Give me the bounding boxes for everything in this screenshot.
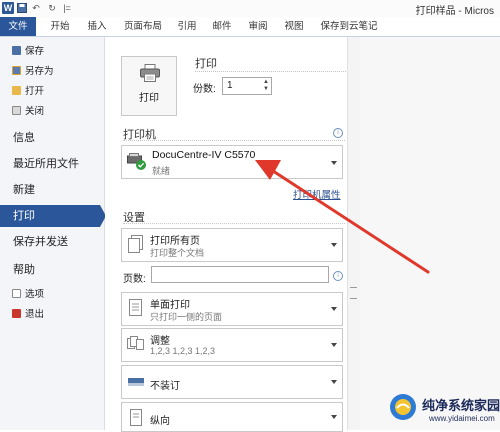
scrollbar-grip[interactable]: [350, 287, 357, 299]
panel-scrollbar[interactable]: [347, 37, 361, 430]
nav-close-label: 关闭: [25, 106, 45, 117]
tab-references[interactable]: 引用: [172, 17, 202, 36]
nav-help[interactable]: 帮助: [0, 259, 104, 281]
copies-stepper[interactable]: 1 ▲ ▼: [222, 77, 272, 95]
spin-arrows-icon[interactable]: ▲ ▼: [263, 79, 269, 93]
staple-icon: [128, 378, 144, 386]
orientation-select[interactable]: 纵向: [121, 402, 343, 432]
collate-icon: [127, 336, 144, 350]
chevron-down-icon: [331, 161, 337, 165]
watermark-title: 纯净系统家园: [422, 398, 500, 413]
sides-description: 只打印一侧的页面: [150, 312, 223, 322]
divider: [195, 71, 350, 72]
save-as-icon: [12, 66, 21, 75]
print-button-label: 打印: [139, 93, 159, 104]
tab-insert[interactable]: 插入: [82, 17, 112, 36]
ribbon-tabs: 文件 开始 插入 页面布局 引用 邮件 审阅 视图 保存到云笔记: [0, 17, 500, 37]
info-icon[interactable]: i: [333, 128, 343, 138]
backstage-nav: 保存 另存为 打开 关闭 信息 最近所用文件 新建 打印 保存并发送 帮助 选项…: [0, 37, 106, 430]
nav-save-label: 保存: [25, 46, 45, 57]
title-bar: W ↶ ↻ |= 打印样品 - Micros: [0, 0, 500, 18]
nav-open-label: 打开: [25, 86, 45, 97]
printer-properties-link[interactable]: 打印机属性: [293, 187, 341, 201]
tab-mailings[interactable]: 邮件: [207, 17, 237, 36]
print-panel: 打印 打印 份数: 1 ▲ ▼ 打印机 i DocuCentre-IV C5570…: [105, 37, 355, 432]
tab-review[interactable]: 审阅: [243, 17, 273, 36]
tab-page-layout[interactable]: 页面布局: [119, 17, 167, 36]
options-icon: [12, 289, 21, 298]
info-icon[interactable]: i: [333, 271, 343, 281]
save-icon: [12, 46, 21, 55]
orientation-label: 纵向: [150, 416, 170, 427]
pages-label: 页数:: [123, 274, 146, 285]
staple-select[interactable]: 不装订: [121, 365, 343, 399]
pages-icon: [128, 235, 143, 253]
tab-file[interactable]: 文件: [0, 17, 36, 36]
single-sided-icon: [129, 299, 142, 316]
print-button[interactable]: 打印: [121, 56, 177, 116]
divider: [123, 140, 345, 141]
chevron-down-icon: [331, 415, 337, 419]
nav-open[interactable]: 打开: [12, 85, 44, 99]
site-logo: [390, 394, 416, 420]
printer-status: 就绪: [152, 166, 171, 176]
nav-save-as-label: 另存为: [25, 66, 54, 77]
sides-select[interactable]: 单面打印 只打印一侧的页面: [121, 292, 343, 326]
sides-label: 单面打印: [150, 300, 190, 311]
nav-info[interactable]: 信息: [0, 127, 104, 149]
close-document-icon: [12, 106, 21, 115]
nav-save[interactable]: 保存: [12, 45, 44, 59]
nav-new[interactable]: 新建: [0, 179, 104, 201]
tab-home[interactable]: 开始: [45, 17, 75, 36]
nav-options[interactable]: 选项: [12, 288, 44, 302]
chevron-down-icon: [331, 243, 337, 247]
nav-recent-files[interactable]: 最近所用文件: [0, 153, 104, 175]
pages-input[interactable]: [151, 266, 329, 283]
word-app-icon[interactable]: W: [2, 2, 14, 14]
copies-value: 1: [227, 80, 233, 91]
printer-icon: [140, 64, 160, 82]
nav-exit-label: 退出: [25, 309, 45, 320]
print-preview-area: [360, 37, 500, 430]
print-range-select[interactable]: 打印所有页 打印整个文档: [121, 228, 343, 262]
nav-save-as[interactable]: 另存为: [12, 65, 54, 79]
printer-select[interactable]: DocuCentre-IV C5570 就绪: [121, 145, 343, 179]
nav-close[interactable]: 关闭: [12, 105, 44, 119]
collate-select[interactable]: 调整 1,2,3 1,2,3 1,2,3: [121, 328, 343, 362]
chevron-down-icon: [331, 380, 337, 384]
print-heading: 打印: [195, 58, 217, 70]
chevron-down-icon: [331, 307, 337, 311]
watermark-url: www.yidaimei.com: [429, 414, 495, 423]
window-title: 打印样品 - Micros: [415, 6, 494, 17]
nav-exit[interactable]: 退出: [12, 308, 44, 322]
redo-icon[interactable]: ↻: [47, 2, 57, 14]
printer-name: DocuCentre-IV C5570: [152, 149, 256, 161]
portrait-icon: [130, 409, 142, 426]
exit-icon: [12, 309, 21, 318]
collate-description: 1,2,3 1,2,3 1,2,3: [150, 346, 216, 356]
copies-label: 份数:: [193, 84, 216, 95]
print-range-label: 打印所有页: [150, 236, 200, 247]
divider: [123, 223, 345, 224]
collate-label: 调整: [150, 336, 170, 347]
nav-save-and-send[interactable]: 保存并发送: [0, 231, 104, 253]
nav-options-label: 选项: [25, 289, 45, 300]
undo-icon[interactable]: ↶: [31, 2, 41, 14]
chevron-down-icon: [331, 343, 337, 347]
printer-ready-icon: [127, 153, 146, 170]
save-icon[interactable]: [17, 2, 27, 14]
nav-print[interactable]: 打印: [0, 205, 100, 227]
tab-view[interactable]: 视图: [279, 17, 309, 36]
folder-open-icon: [12, 86, 21, 95]
tab-save-to-cloud-notes[interactable]: 保存到云笔记: [318, 17, 380, 36]
customize-quick-access-icon[interactable]: |=: [62, 2, 72, 14]
print-range-description: 打印整个文档: [150, 248, 205, 258]
staple-label: 不装订: [150, 381, 180, 392]
